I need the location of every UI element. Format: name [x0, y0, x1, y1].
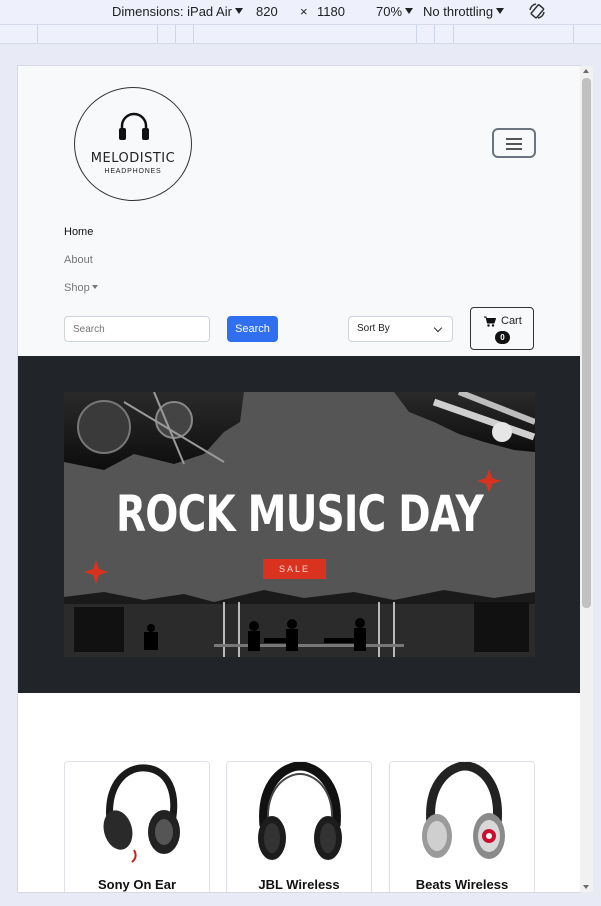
- product-title[interactable]: Sony On Ear: [65, 877, 209, 892]
- scrollbar-thumb[interactable]: [582, 78, 591, 608]
- nav-link-home[interactable]: Home: [64, 226, 93, 238]
- product-card[interactable]: JBL Wireless: [226, 761, 372, 892]
- device-toolbar: Dimensions: iPad Air 820 × 1180 70% No t…: [0, 0, 601, 24]
- times-icon: ×: [300, 4, 308, 19]
- page-scrollbar[interactable]: [580, 66, 593, 892]
- emulated-viewport: MELODISTIC HEADPHONES Home About Shop Se…: [18, 66, 580, 892]
- banner-title: ROCK MUSIC DAY: [115, 485, 484, 543]
- cart-icon: [484, 316, 496, 327]
- headphones-icon: [119, 112, 149, 140]
- zoom-label: 70%: [376, 4, 403, 19]
- rotate-icon[interactable]: [528, 2, 546, 23]
- scroll-up-icon[interactable]: [583, 69, 589, 73]
- caret-down-icon: [91, 285, 98, 289]
- product-card[interactable]: Beats Wireless: [389, 761, 535, 892]
- product-grid: Sony On Ear JBL Wireless Beats Wireless: [18, 693, 580, 892]
- cart-count-badge: 0: [495, 331, 510, 344]
- product-title[interactable]: JBL Wireless: [227, 877, 371, 892]
- caret-down-icon: [405, 8, 414, 14]
- rock-music-day-banner[interactable]: ROCK MUSIC DAY SALE: [64, 392, 535, 657]
- logo-subtitle: HEADPHONES: [104, 168, 162, 175]
- cart-button[interactable]: Cart 0: [470, 307, 534, 350]
- chevron-down-icon: [433, 323, 443, 333]
- beats-headphones-image: [422, 762, 505, 859]
- sony-headphones-image: [103, 764, 180, 863]
- product-card[interactable]: Sony On Ear: [64, 761, 210, 892]
- search-input[interactable]: [64, 316, 210, 342]
- sale-badge[interactable]: SALE: [263, 559, 326, 579]
- sort-by-select[interactable]: Sort By: [348, 316, 453, 342]
- scroll-down-icon[interactable]: [583, 885, 589, 889]
- caret-down-icon: [234, 8, 243, 14]
- brand-logo[interactable]: MELODISTIC HEADPHONES: [74, 87, 192, 201]
- width-input[interactable]: 820: [256, 4, 278, 19]
- height-input[interactable]: 1180: [317, 4, 345, 19]
- nav-link-about[interactable]: About: [64, 254, 93, 266]
- nav-link-shop-label: Shop: [64, 282, 90, 294]
- jbl-headphones-image: [258, 762, 342, 860]
- hero-carousel: ROCK MUSIC DAY SALE: [18, 356, 580, 693]
- navbar-toggler-button[interactable]: [492, 128, 536, 158]
- zoom-dropdown[interactable]: 70%: [376, 4, 414, 19]
- hamburger-icon: [506, 138, 522, 140]
- nav-link-shop[interactable]: Shop: [64, 282, 98, 294]
- media-query-ruler: [0, 24, 601, 44]
- dimensions-label: Dimensions: iPad Air: [112, 4, 232, 19]
- dimensions-dropdown[interactable]: Dimensions: iPad Air: [112, 4, 243, 19]
- search-button[interactable]: Search: [227, 316, 278, 342]
- caret-down-icon: [496, 8, 505, 14]
- throttling-dropdown[interactable]: No throttling: [423, 4, 505, 19]
- logo-name: MELODISTIC: [90, 151, 176, 166]
- cart-label: Cart: [501, 315, 522, 327]
- product-title[interactable]: Beats Wireless: [390, 877, 534, 892]
- sort-by-label: Sort By: [357, 323, 390, 334]
- throttling-label: No throttling: [423, 4, 494, 19]
